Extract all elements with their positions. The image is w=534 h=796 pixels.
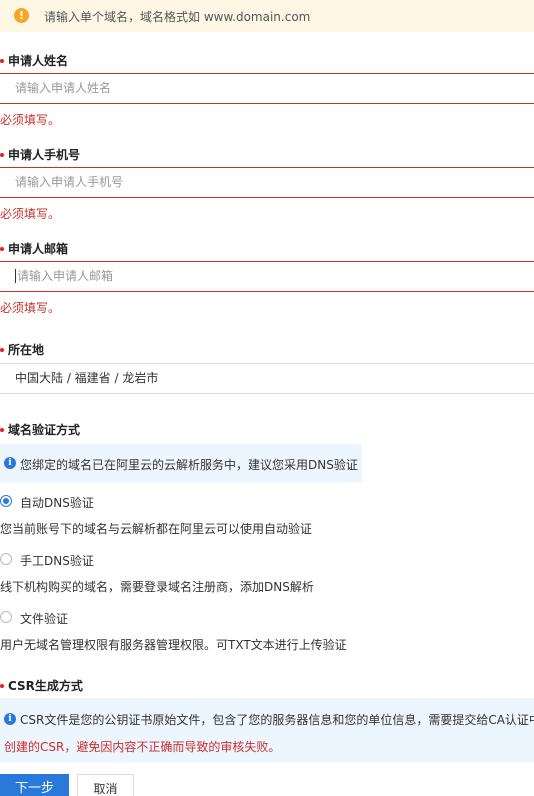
next-button[interactable]: 下一步 (0, 774, 69, 796)
required-dot-icon (0, 58, 4, 63)
auto-dns-desc: 您当前账号下的域名与云解析都在阿里云可以使用自动验证 (0, 522, 313, 536)
file-verify-desc: 用户无域名管理权限有服务器管理权限。可TXT文本进行上传验证 (0, 638, 347, 652)
dns-suggestion-text: 您绑定的域名已在阿里云的云解析服务中，建议您采用DNS验证 (20, 458, 358, 472)
warning-text: 请输入单个域名，域名格式如 www.domain.com (44, 10, 311, 24)
radio-file-verify[interactable] (0, 611, 12, 623)
domain-format-warning: ! 请输入单个域名，域名格式如 www.domain.com (0, 0, 534, 32)
name-error: 必须填写。 (0, 113, 61, 127)
csr-info-line1: CSR文件是您的公钥证书原始文件，包含了您的服务器信息和您的单位信息，需要提交给… (20, 713, 534, 727)
csr-info-line2: 创建的CSR，避免因内容不正确而导致的审核失败。 (4, 740, 281, 754)
location-label: 所在地 (0, 341, 44, 358)
radio-manual-dns-label[interactable]: 手工DNS验证 (20, 552, 94, 569)
location-select[interactable]: 中国大陆 / 福建省 / 龙岩市 (0, 363, 534, 394)
required-dot-icon (0, 347, 4, 352)
email-label: 申请人邮箱 (0, 240, 68, 257)
csr-method-label: CSR生成方式 (0, 677, 83, 694)
email-error: 必须填写。 (0, 301, 61, 315)
radio-manual-dns[interactable] (0, 553, 12, 565)
radio-file-verify-label[interactable]: 文件验证 (20, 610, 68, 627)
radio-auto-dns-label[interactable]: 自动DNS验证 (20, 494, 94, 511)
info-icon: i (4, 713, 16, 725)
name-label: 申请人姓名 (0, 52, 68, 69)
required-dot-icon (0, 427, 4, 432)
email-input[interactable]: 请输入申请人邮箱 (0, 261, 534, 292)
phone-error: 必须填写。 (0, 207, 61, 221)
radio-auto-dns[interactable] (0, 495, 12, 507)
manual-dns-desc: 线下机构购买的域名，需要登录域名注册商，添加DNS解析 (0, 580, 314, 594)
text-caret (15, 268, 16, 283)
phone-label: 申请人手机号 (0, 146, 80, 163)
required-dot-icon (0, 683, 4, 688)
verify-method-label: 域名验证方式 (0, 421, 80, 438)
required-dot-icon (0, 246, 4, 251)
csr-info-box: i CSR文件是您的公钥证书原始文件，包含了您的服务器信息和您的单位信息，需要提… (0, 698, 534, 762)
warning-icon: ! (14, 8, 29, 23)
phone-input[interactable]: 请输入申请人手机号 (0, 167, 534, 198)
name-input[interactable]: 请输入申请人姓名 (0, 73, 534, 104)
dns-suggestion-box: i 您绑定的域名已在阿里云的云解析服务中，建议您采用DNS验证 (0, 444, 362, 482)
info-icon: i (4, 457, 16, 469)
required-dot-icon (0, 152, 4, 157)
cancel-button[interactable]: 取消 (77, 774, 134, 796)
